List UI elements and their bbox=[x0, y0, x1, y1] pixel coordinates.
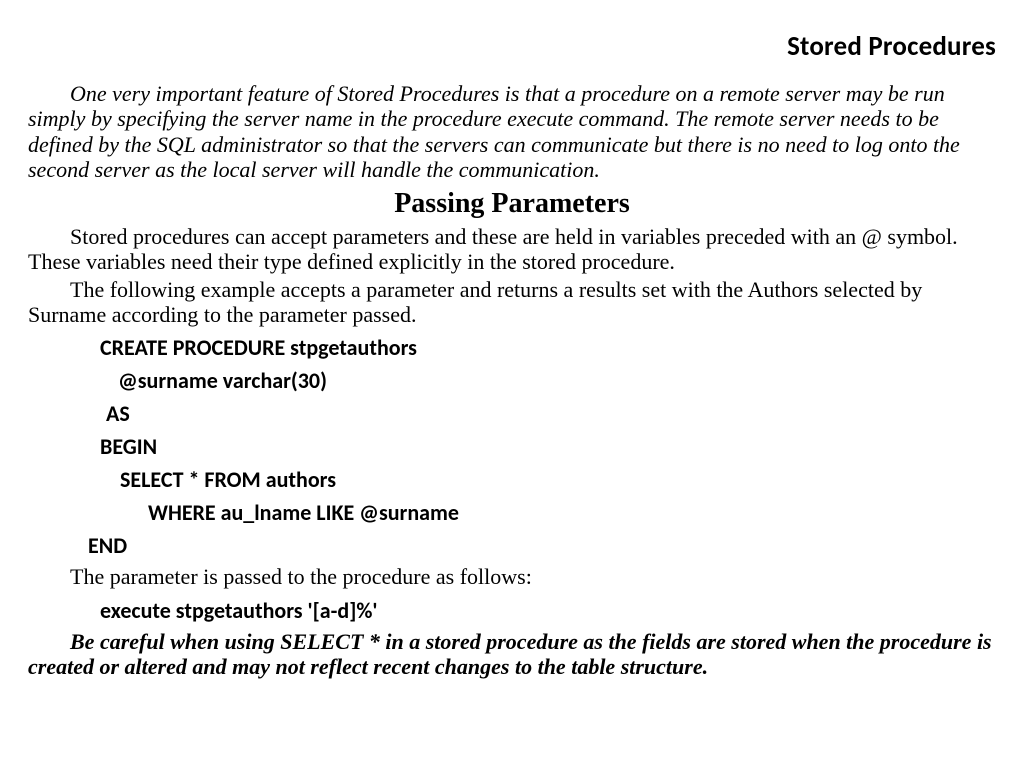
body-paragraph-1: Stored procedures can accept parameters … bbox=[28, 224, 996, 275]
code-block-1: CREATE PROCEDURE stpgetauthors @surname … bbox=[28, 331, 996, 562]
code-line: AS bbox=[28, 397, 996, 430]
body-paragraph-3: The parameter is passed to the procedure… bbox=[28, 564, 996, 589]
body-paragraph-2: The following example accepts a paramete… bbox=[28, 277, 996, 328]
section-heading: Passing Parameters bbox=[28, 188, 996, 220]
code-line: CREATE PROCEDURE stpgetauthors bbox=[28, 331, 996, 364]
code-line: WHERE au_lname LIKE @surname bbox=[28, 496, 996, 529]
code-line: @surname varchar(30) bbox=[28, 364, 996, 397]
code-line: execute stpgetauthors '[a-d]%' bbox=[28, 594, 996, 627]
code-line: END bbox=[28, 529, 996, 562]
intro-paragraph: One very important feature of Stored Pro… bbox=[28, 81, 996, 182]
code-line: BEGIN bbox=[28, 430, 996, 463]
warning-paragraph: Be careful when using SELECT * in a stor… bbox=[28, 629, 996, 680]
document-page: Stored Procedures One very important fea… bbox=[0, 0, 1024, 768]
page-title: Stored Procedures bbox=[28, 30, 996, 63]
code-block-2: execute stpgetauthors '[a-d]%' bbox=[28, 594, 996, 627]
code-line: SELECT * FROM authors bbox=[28, 463, 996, 496]
